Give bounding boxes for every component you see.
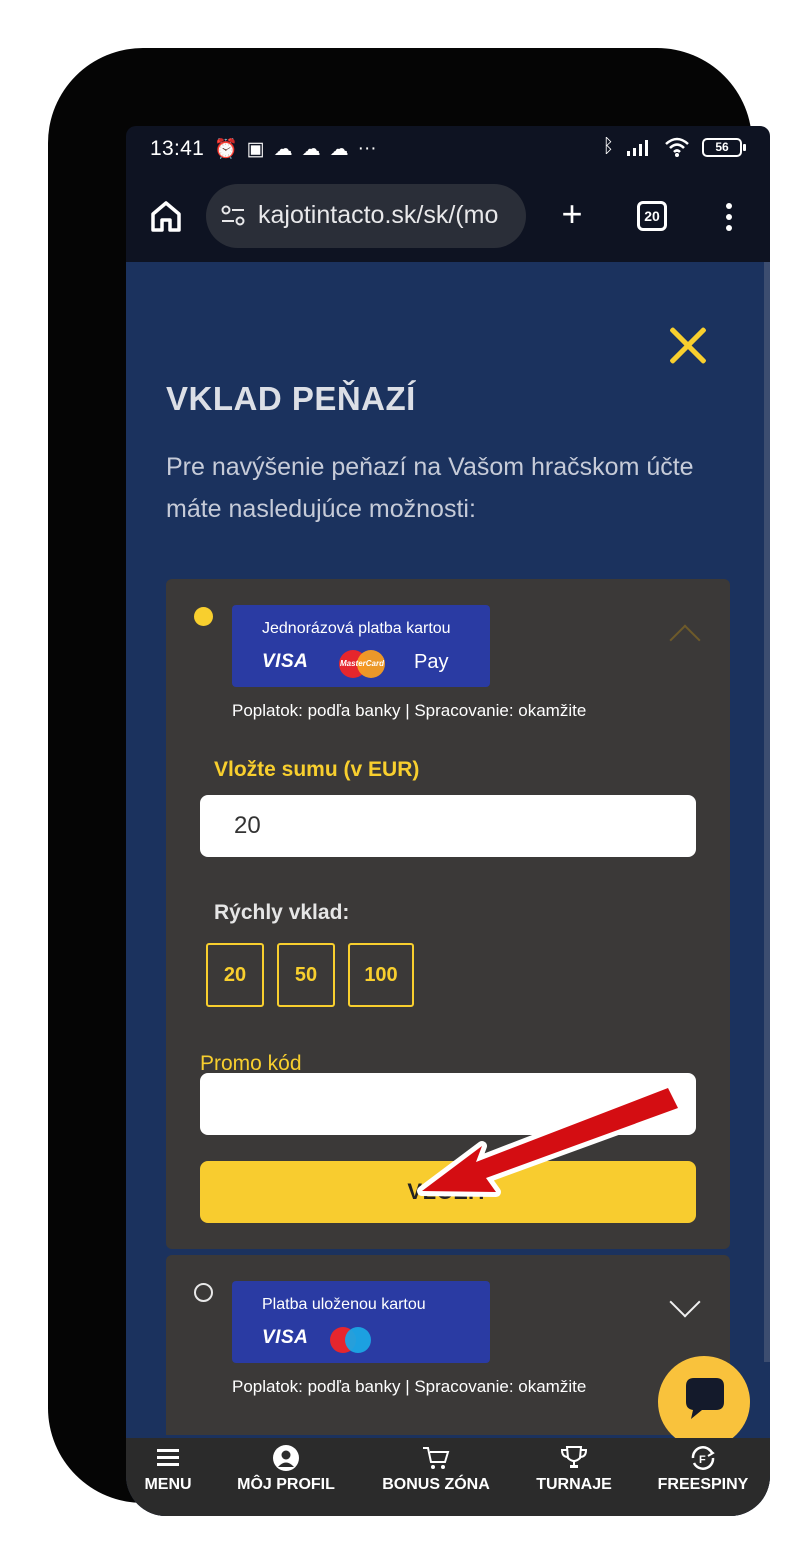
nav-freespins[interactable]: F FREESPINY	[650, 1444, 756, 1494]
freespin-icon: F	[691, 1446, 715, 1470]
fee-text: Poplatok: podľa banky | Spracovanie: oka…	[232, 1377, 587, 1396]
home-icon[interactable]	[148, 198, 184, 234]
site-settings-icon[interactable]	[220, 204, 246, 228]
maestro-logo	[330, 1327, 372, 1353]
payment-method-title: Platba uloženou kartou	[262, 1296, 426, 1313]
url-text: kajotintacto.sk/sk/(mo	[258, 201, 499, 229]
game-icon: ☁	[273, 138, 293, 160]
more-notifications-icon: ···	[357, 138, 377, 159]
system-icons: ᛒ 56	[602, 136, 746, 158]
nav-tournaments[interactable]: TURNAJE	[526, 1444, 622, 1494]
radio-unselected[interactable]	[194, 1283, 213, 1302]
nav-bonus-zone[interactable]: BONUS ZÓNA	[376, 1444, 496, 1494]
nav-freespins-label: FREESPINY	[657, 1476, 749, 1493]
tab-switcher-button[interactable]: 20	[637, 201, 667, 231]
payment-method-title: Jednorázová platba kartou	[262, 620, 451, 637]
scrollbar[interactable]	[764, 262, 770, 1362]
alarm-icon: ⏰	[214, 139, 238, 160]
game-icon: ☁	[301, 138, 321, 160]
deposit-page: VKLAD PEŇAZÍ Pre navýšenie peňazí na Vaš…	[126, 262, 770, 1516]
phone-frame: 13:41 ⏰ ▣ ☁ ☁ ☁ ··· ᛒ 56 kajotintacto.sk…	[48, 48, 770, 1516]
nav-profile[interactable]: MÔJ PROFIL	[230, 1444, 342, 1494]
annotation-arrow	[417, 1083, 683, 1197]
close-icon[interactable]	[668, 326, 708, 366]
nfc-icon: ▣	[246, 138, 265, 160]
nav-menu[interactable]: MENU	[138, 1444, 198, 1494]
address-bar[interactable]: kajotintacto.sk/sk/(mo	[206, 184, 526, 248]
svg-text:F: F	[699, 1454, 706, 1466]
battery-icon: 56	[702, 137, 746, 157]
visa-logo: VISA	[262, 651, 309, 672]
game-icon: ☁	[329, 138, 349, 160]
menu-icon	[157, 1449, 179, 1466]
mastercard-logo: MasterCard	[339, 650, 385, 678]
chevron-up-icon[interactable]	[669, 624, 701, 656]
bottom-navigation: MENU MÔJ PROFIL BONUS ZÓNA TURNAJE F FRE…	[126, 1438, 770, 1516]
new-tab-icon[interactable]: +	[554, 196, 590, 232]
wifi-icon	[665, 137, 689, 157]
phone-screen: 13:41 ⏰ ▣ ☁ ☁ ☁ ··· ᛒ 56 kajotintacto.sk…	[126, 126, 770, 1516]
status-time: 13:41	[150, 137, 205, 160]
quick-deposit-20-button[interactable]: 20	[206, 943, 264, 1007]
menu-dots-icon[interactable]	[716, 200, 742, 234]
chat-bubble-icon	[686, 1378, 724, 1419]
visa-logo: VISA	[262, 1327, 309, 1348]
nav-bonus-zone-label: BONUS ZÓNA	[382, 1476, 490, 1493]
quick-deposit-50-button[interactable]: 50	[277, 943, 335, 1007]
quick-deposit-label: Rýchly vklad:	[214, 901, 350, 924]
nav-profile-label: MÔJ PROFIL	[237, 1476, 335, 1493]
status-bar: 13:41 ⏰ ▣ ☁ ☁ ☁ ··· ᛒ 56	[126, 126, 770, 176]
user-profile-icon	[273, 1445, 299, 1471]
quick-deposit-100-button[interactable]: 100	[348, 943, 414, 1007]
payment-option-card-saved[interactable]: Platba uloženou kartou VISA Poplatok: po…	[166, 1255, 730, 1435]
payment-method-badge: Jednorázová platba kartou VISA MasterCar…	[232, 605, 490, 687]
payment-method-badge: Platba uloženou kartou VISA	[232, 1281, 490, 1363]
nav-tournaments-label: TURNAJE	[536, 1476, 612, 1493]
signal-icon	[627, 140, 648, 156]
page-subtitle: Pre navýšenie peňazí na Vašom hračskom ú…	[166, 453, 694, 523]
fee-text: Poplatok: podľa banky | Spracovanie: oka…	[232, 701, 587, 720]
chevron-down-icon[interactable]	[669, 1286, 701, 1318]
cart-icon	[423, 1447, 450, 1469]
amount-label: Vložte sumu (v EUR)	[214, 758, 420, 781]
nav-menu-label: MENU	[144, 1476, 192, 1493]
trophy-icon	[560, 1446, 588, 1468]
notification-icons: ⏰ ▣ ☁ ☁ ☁ ···	[214, 137, 377, 161]
page-title: VKLAD PEŇAZÍ	[166, 380, 416, 417]
browser-toolbar: kajotintacto.sk/sk/(mo + 20	[126, 178, 770, 262]
bluetooth-icon: ᛒ	[602, 136, 614, 157]
radio-selected[interactable]	[194, 607, 213, 626]
applepay-logo: Pay	[414, 651, 449, 673]
amount-input[interactable]	[200, 795, 696, 857]
chat-button[interactable]	[658, 1356, 750, 1448]
